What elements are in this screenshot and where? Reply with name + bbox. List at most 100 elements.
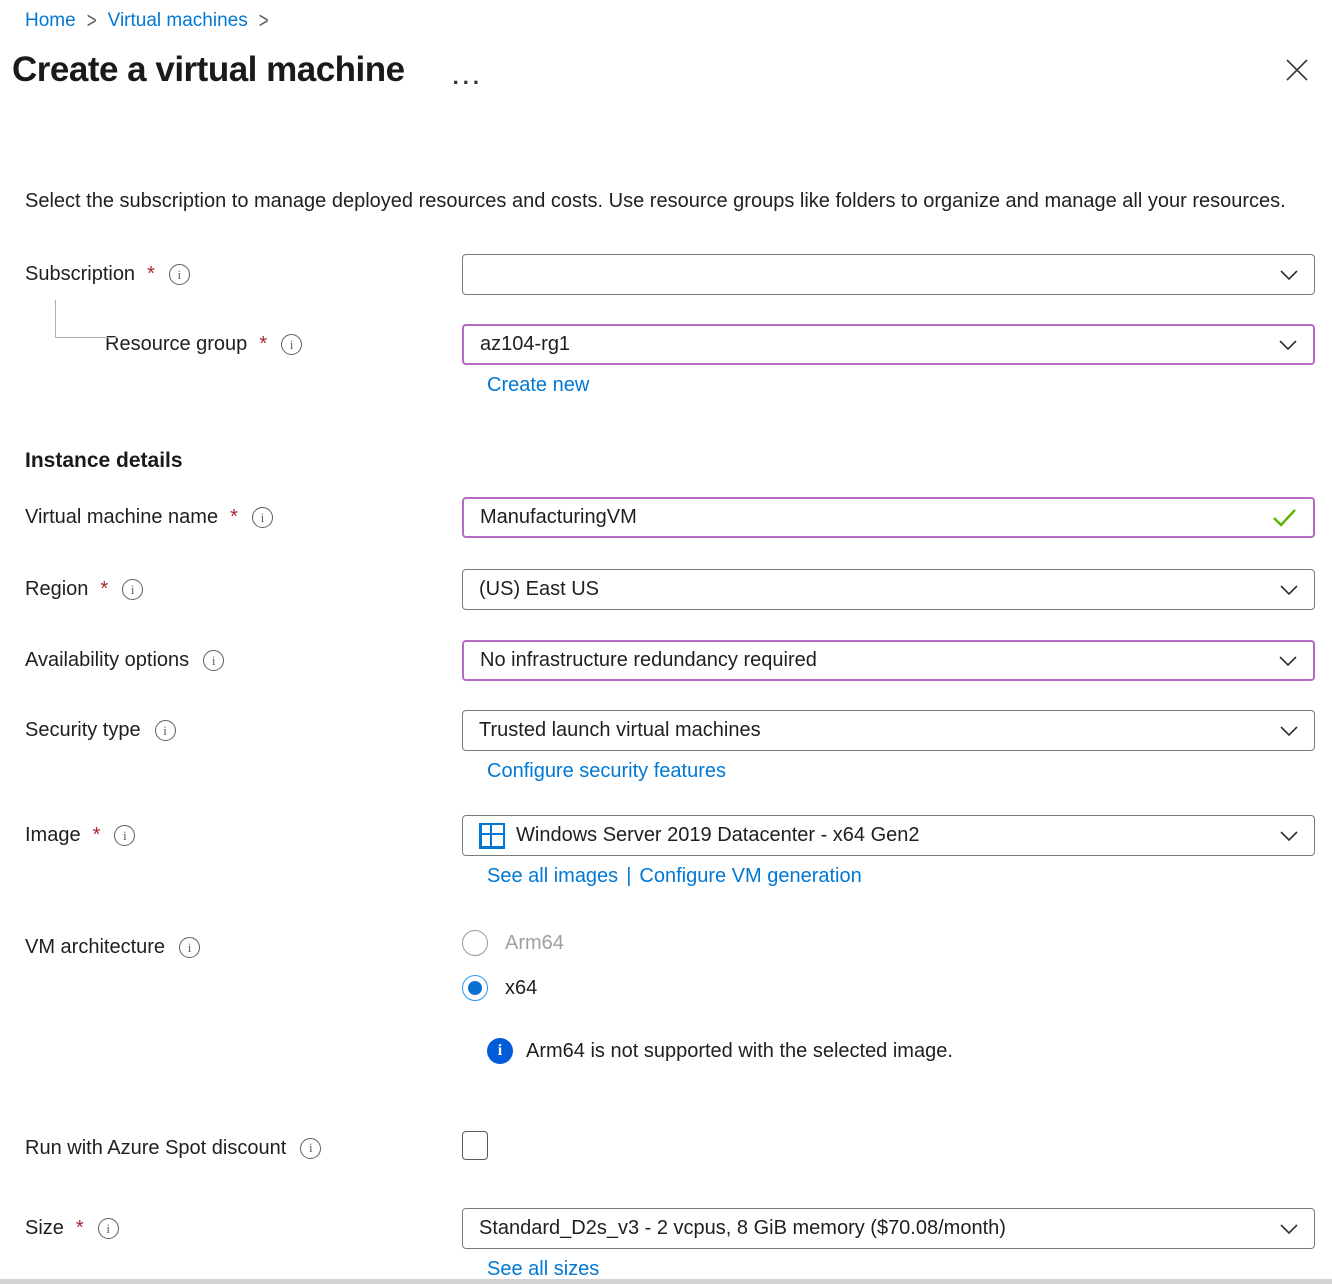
image-label: Image [25,824,81,847]
subscription-dropdown[interactable] [462,254,1315,295]
resource-group-indent-line [55,300,117,338]
section-divider [0,1279,1332,1284]
size-label: Size [25,1217,64,1240]
chevron-down-icon [1280,726,1298,736]
vm-name-label: Virtual machine name [25,506,218,529]
basics-form: Subscription * i Resource group * [0,254,1332,1281]
info-icon[interactable]: i [155,720,176,741]
intro-text: Select the subscription to manage deploy… [25,186,1290,217]
configure-vm-generation-link[interactable]: Configure VM generation [639,865,861,887]
breadcrumb: Home > Virtual machines > [0,0,1332,32]
field-row-image: Image * i Windows Server 2019 Datacenter… [25,815,1332,856]
breadcrumb-virtual-machines-link[interactable]: Virtual machines [108,10,248,32]
security-type-value: Trusted launch virtual machines [479,719,761,742]
create-vm-blade: Home > Virtual machines > Create a virtu… [0,0,1332,1284]
chevron-down-icon [1280,270,1298,280]
security-type-dropdown[interactable]: Trusted launch virtual machines [462,710,1315,751]
field-row-size: Size * i Standard_D2s_v3 - 2 vcpus, 8 Gi… [25,1208,1332,1249]
field-row-spot: Run with Azure Spot discount i [25,1131,1332,1165]
see-all-images-link[interactable]: See all images [487,865,618,887]
spot-checkbox[interactable] [462,1131,488,1160]
availability-label-cell: Availability options i [25,649,462,672]
title-row: Create a virtual machine ... [12,50,1312,90]
security-type-label: Security type [25,719,141,742]
radio-arm64[interactable]: Arm64 [462,930,1315,956]
size-value: Standard_D2s_v3 - 2 vcpus, 8 GiB memory … [479,1217,1006,1240]
radio-arm64-label: Arm64 [505,932,564,955]
field-row-subscription: Subscription * i [25,254,1332,295]
info-icon[interactable]: i [114,825,135,846]
more-menu-button[interactable]: ... [453,58,483,82]
region-label-cell: Region * i [25,578,462,601]
image-label-cell: Image * i [25,824,462,847]
see-all-sizes-row: See all sizes [487,1258,1332,1281]
resource-group-label: Resource group [105,333,247,356]
info-icon[interactable]: i [122,579,143,600]
create-new-row: Create new [487,374,1332,397]
field-row-resource-group: Resource group * i az104-rg1 [25,324,1332,365]
field-row-availability: Availability options i No infrastructure… [25,640,1332,681]
region-label: Region [25,578,88,601]
instance-details-heading: Instance details [25,449,1332,473]
breadcrumb-separator-icon: > [258,8,270,35]
chevron-down-icon [1279,340,1297,350]
breadcrumb-separator-icon: > [86,8,98,35]
radio-selected-icon [462,975,488,1001]
info-icon[interactable]: i [281,334,302,355]
region-value: (US) East US [479,578,599,601]
vm-name-label-cell: Virtual machine name * i [25,506,462,529]
availability-value: No infrastructure redundancy required [480,649,817,672]
info-icon[interactable]: i [300,1138,321,1159]
subscription-label: Subscription [25,263,135,286]
arm64-info-text: Arm64 is not supported with the selected… [526,1040,953,1063]
breadcrumb-home-link[interactable]: Home [25,10,76,32]
size-dropdown[interactable]: Standard_D2s_v3 - 2 vcpus, 8 GiB memory … [462,1208,1315,1249]
image-links-row: See all images|Configure VM generation [487,865,1332,888]
chevron-down-icon [1279,656,1297,666]
radio-x64-label: x64 [505,977,537,1000]
required-marker: * [230,506,238,529]
availability-dropdown[interactable]: No infrastructure redundancy required [462,640,1315,681]
configure-security-features-link[interactable]: Configure security features [487,760,726,782]
vm-architecture-label-cell: VM architecture i [25,936,462,959]
chevron-down-icon [1280,1224,1298,1234]
info-icon[interactable]: i [203,650,224,671]
valid-check-icon [1273,509,1297,527]
info-icon[interactable]: i [252,507,273,528]
windows-logo-icon [479,823,505,849]
chevron-down-icon [1280,831,1298,841]
spot-label: Run with Azure Spot discount [25,1137,286,1160]
spot-label-cell: Run with Azure Spot discount i [25,1137,462,1160]
page-title: Create a virtual machine [12,50,405,90]
vm-name-input[interactable]: ManufacturingVM [462,497,1315,538]
radio-x64[interactable]: x64 [462,975,1315,1001]
required-marker: * [76,1217,84,1240]
resource-group-value: az104-rg1 [480,333,570,356]
security-type-label-cell: Security type i [25,719,462,742]
arm64-info-note: i Arm64 is not supported with the select… [487,1038,1332,1064]
image-dropdown[interactable]: Windows Server 2019 Datacenter - x64 Gen… [462,815,1315,856]
vm-architecture-label: VM architecture [25,936,165,959]
resource-group-dropdown[interactable]: az104-rg1 [462,324,1315,365]
create-new-link[interactable]: Create new [487,374,589,396]
field-row-region: Region * i (US) East US [25,569,1332,610]
region-dropdown[interactable]: (US) East US [462,569,1315,610]
required-marker: * [147,263,155,286]
field-row-vm-architecture: VM architecture i Arm64 x64 [25,930,1332,1001]
info-icon[interactable]: i [98,1218,119,1239]
vm-name-value: ManufacturingVM [480,506,637,529]
info-filled-icon: i [487,1038,513,1064]
size-label-cell: Size * i [25,1217,462,1240]
info-icon[interactable]: i [179,937,200,958]
required-marker: * [259,333,267,356]
availability-label: Availability options [25,649,189,672]
radio-unselected-icon [462,930,488,956]
info-icon[interactable]: i [169,264,190,285]
field-row-vm-name: Virtual machine name * i ManufacturingVM [25,497,1332,538]
see-all-sizes-link[interactable]: See all sizes [487,1258,599,1280]
subscription-label-cell: Subscription * i [25,263,462,286]
image-value: Windows Server 2019 Datacenter - x64 Gen… [516,824,920,847]
chevron-down-icon [1280,585,1298,595]
required-marker: * [93,824,101,847]
close-icon[interactable] [1282,55,1312,85]
